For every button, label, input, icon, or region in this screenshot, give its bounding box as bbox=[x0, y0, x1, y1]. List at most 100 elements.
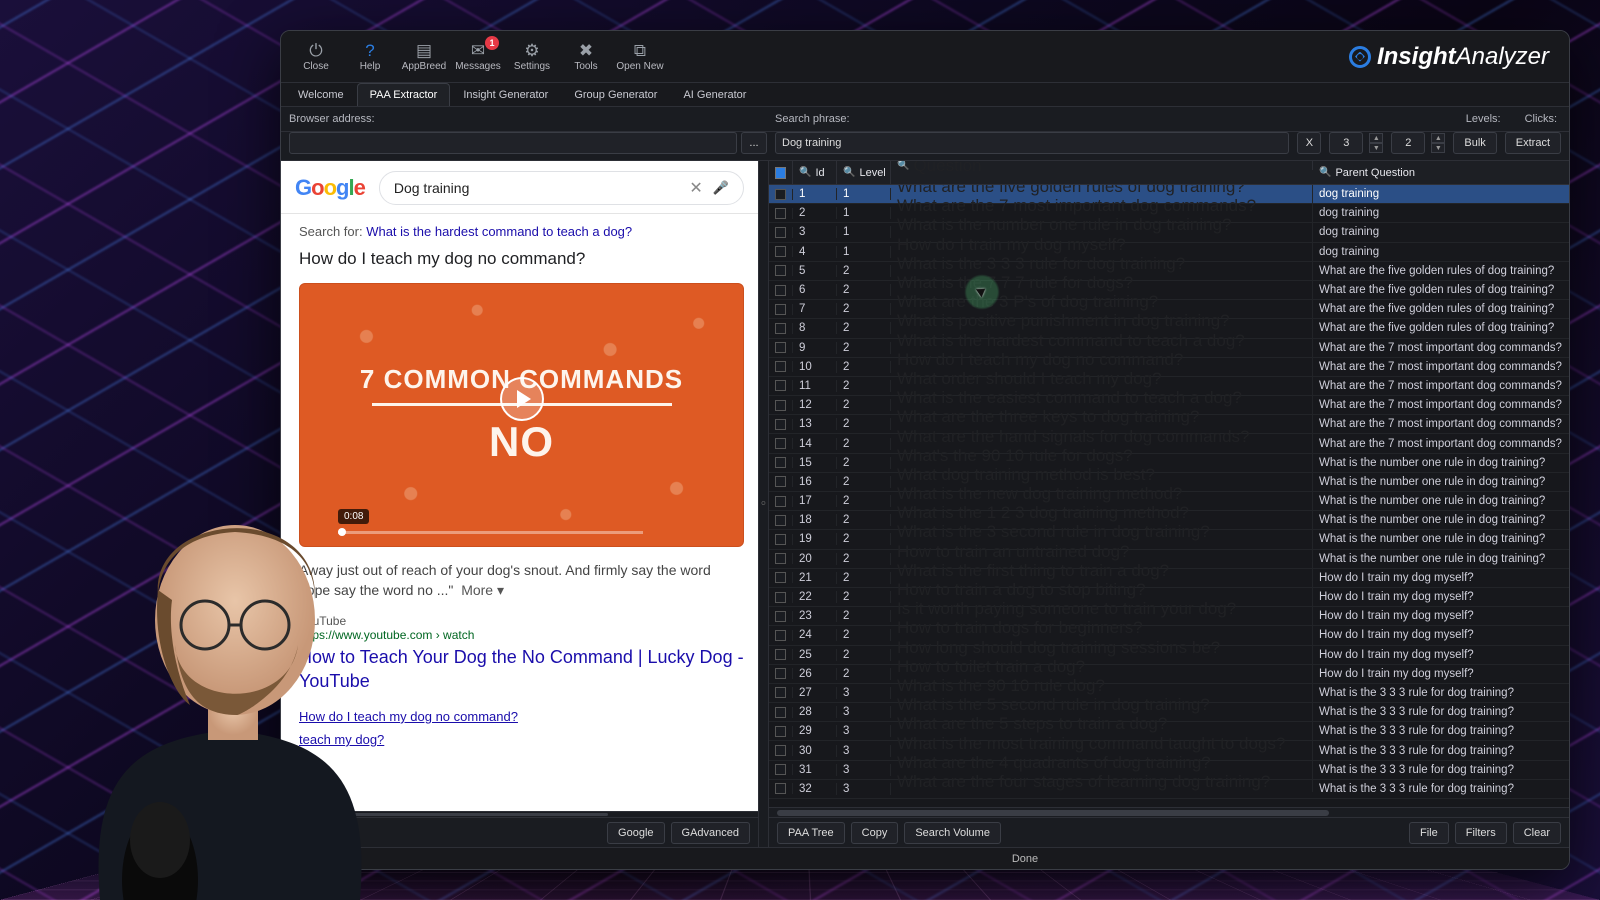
row-checkbox[interactable] bbox=[769, 189, 793, 200]
row-checkbox[interactable] bbox=[769, 515, 793, 526]
row-checkbox[interactable] bbox=[769, 496, 793, 507]
row-checkbox[interactable] bbox=[769, 208, 793, 219]
row-checkbox[interactable] bbox=[769, 783, 793, 794]
related-link-1[interactable]: How do I teach my dog no command? bbox=[299, 709, 744, 724]
google-search-input[interactable] bbox=[394, 180, 680, 196]
col-checkbox[interactable] bbox=[769, 161, 793, 184]
messages-button[interactable]: ✉Messages1 bbox=[451, 34, 505, 80]
table-row[interactable]: 323What are the four stages of learning … bbox=[769, 780, 1569, 799]
browser-address-label: Browser address: bbox=[289, 113, 375, 125]
gadvanced-button[interactable]: GAdvanced bbox=[671, 822, 750, 844]
help-button[interactable]: ?Help bbox=[343, 34, 397, 80]
row-checkbox[interactable] bbox=[769, 668, 793, 679]
clicks-input[interactable] bbox=[1391, 132, 1425, 154]
row-checkbox[interactable] bbox=[769, 419, 793, 430]
cell-parent: What are the 7 most important dog comman… bbox=[1313, 418, 1569, 430]
cell-id: 3 bbox=[793, 226, 837, 238]
row-checkbox[interactable] bbox=[769, 592, 793, 603]
cell-level: 2 bbox=[837, 591, 891, 603]
search-volume-button[interactable]: Search Volume bbox=[904, 822, 1001, 844]
messages-icon: ✉ bbox=[471, 42, 485, 59]
row-checkbox[interactable] bbox=[769, 246, 793, 257]
row-checkbox[interactable] bbox=[769, 687, 793, 698]
row-checkbox[interactable] bbox=[769, 726, 793, 737]
row-checkbox[interactable] bbox=[769, 534, 793, 545]
clear-button[interactable]: Clear bbox=[1513, 822, 1561, 844]
address-more-button[interactable]: ... bbox=[741, 132, 767, 154]
search-icon: 🔍 bbox=[799, 167, 811, 178]
row-checkbox[interactable] bbox=[769, 438, 793, 449]
close-button[interactable]: ⏻Close bbox=[289, 34, 343, 80]
cell-question: What is the new dog training method? bbox=[891, 484, 1313, 504]
row-checkbox[interactable] bbox=[769, 630, 793, 641]
row-checkbox[interactable] bbox=[769, 476, 793, 487]
row-checkbox[interactable] bbox=[769, 707, 793, 718]
more-link[interactable]: More ▾ bbox=[461, 582, 504, 598]
cell-level: 3 bbox=[837, 687, 891, 699]
appbreed-button[interactable]: ▤AppBreed bbox=[397, 34, 451, 80]
file-button[interactable]: File bbox=[1409, 822, 1449, 844]
google-clear-icon[interactable]: ✕ bbox=[689, 178, 702, 198]
clicks-stepper[interactable]: ▲▼ bbox=[1431, 133, 1445, 153]
levels-input[interactable] bbox=[1329, 132, 1363, 154]
tools-button[interactable]: ✖Tools bbox=[559, 34, 613, 80]
tab-paa-extractor[interactable]: PAA Extractor bbox=[357, 83, 451, 106]
paa-tree-button[interactable]: PAA Tree bbox=[777, 822, 845, 844]
video-card[interactable]: 7 COMMON COMMANDS NO 0:08 bbox=[299, 283, 744, 547]
search-for-link[interactable]: What is the hardest command to teach a d… bbox=[366, 224, 632, 239]
filters-button[interactable]: Filters bbox=[1455, 822, 1507, 844]
col-parent[interactable]: 🔍Parent Question bbox=[1313, 161, 1569, 184]
cell-id: 32 bbox=[793, 783, 837, 795]
browser-address-input[interactable] bbox=[289, 132, 737, 154]
bulk-button[interactable]: Bulk bbox=[1453, 132, 1496, 154]
row-checkbox[interactable] bbox=[769, 304, 793, 315]
clear-x-button[interactable]: X bbox=[1297, 132, 1321, 154]
tab-group-generator[interactable]: Group Generator bbox=[561, 83, 670, 106]
row-checkbox[interactable] bbox=[769, 745, 793, 756]
row-checkbox[interactable] bbox=[769, 400, 793, 411]
row-checkbox[interactable] bbox=[769, 227, 793, 238]
extract-button[interactable]: Extract bbox=[1505, 132, 1561, 154]
copy-button[interactable]: Copy bbox=[851, 822, 899, 844]
opennew-button[interactable]: ⧉Open New bbox=[613, 34, 667, 80]
levels-stepper[interactable]: ▲▼ bbox=[1369, 133, 1383, 153]
tab-insight-generator[interactable]: Insight Generator bbox=[450, 83, 561, 106]
tab-welcome[interactable]: Welcome bbox=[285, 83, 357, 106]
result-link[interactable]: How to Teach Your Dog the No Command | L… bbox=[299, 646, 744, 693]
row-checkbox[interactable] bbox=[769, 342, 793, 353]
play-icon[interactable] bbox=[500, 377, 544, 421]
pane-resize-handle[interactable]: ◦ bbox=[759, 161, 769, 847]
cell-parent: What are the five golden rules of dog tr… bbox=[1313, 265, 1569, 277]
search-phrase-label: Search phrase: bbox=[775, 113, 850, 125]
row-checkbox[interactable] bbox=[769, 361, 793, 372]
table-body[interactable]: 11What are the five golden rules of dog … bbox=[769, 185, 1569, 807]
google-mic-icon[interactable]: 🎤 bbox=[713, 180, 729, 196]
col-id[interactable]: 🔍Id bbox=[793, 161, 837, 184]
results-pane: 🔍Id 🔍Level 🔍Question 🔍Parent Question 11… bbox=[769, 161, 1569, 847]
row-checkbox[interactable] bbox=[769, 265, 793, 276]
row-checkbox[interactable] bbox=[769, 457, 793, 468]
help-icon: ? bbox=[365, 42, 374, 59]
table-h-scrollbar[interactable] bbox=[769, 807, 1569, 817]
related-link-2[interactable]: teach my dog? bbox=[299, 732, 744, 747]
cell-question: What are the five golden rules of dog tr… bbox=[891, 185, 1313, 197]
row-checkbox[interactable] bbox=[769, 323, 793, 334]
row-checkbox[interactable] bbox=[769, 553, 793, 564]
tab-ai-generator[interactable]: AI Generator bbox=[670, 83, 759, 106]
row-checkbox[interactable] bbox=[769, 611, 793, 622]
video-scrubber[interactable] bbox=[338, 531, 643, 534]
google-search-box[interactable]: ✕ 🎤 bbox=[379, 171, 744, 205]
cell-level: 2 bbox=[837, 380, 891, 392]
row-checkbox[interactable] bbox=[769, 285, 793, 296]
row-checkbox[interactable] bbox=[769, 764, 793, 775]
search-for-line: Search for: What is the hardest command … bbox=[299, 224, 744, 239]
col-level[interactable]: 🔍Level bbox=[837, 161, 891, 184]
search-phrase-input[interactable] bbox=[775, 132, 1289, 154]
row-checkbox[interactable] bbox=[769, 572, 793, 583]
google-button[interactable]: Google bbox=[607, 822, 664, 844]
cell-id: 2 bbox=[793, 207, 837, 219]
col-question[interactable]: 🔍Question bbox=[891, 161, 1313, 170]
settings-button[interactable]: ⚙Settings bbox=[505, 34, 559, 80]
row-checkbox[interactable] bbox=[769, 649, 793, 660]
row-checkbox[interactable] bbox=[769, 380, 793, 391]
